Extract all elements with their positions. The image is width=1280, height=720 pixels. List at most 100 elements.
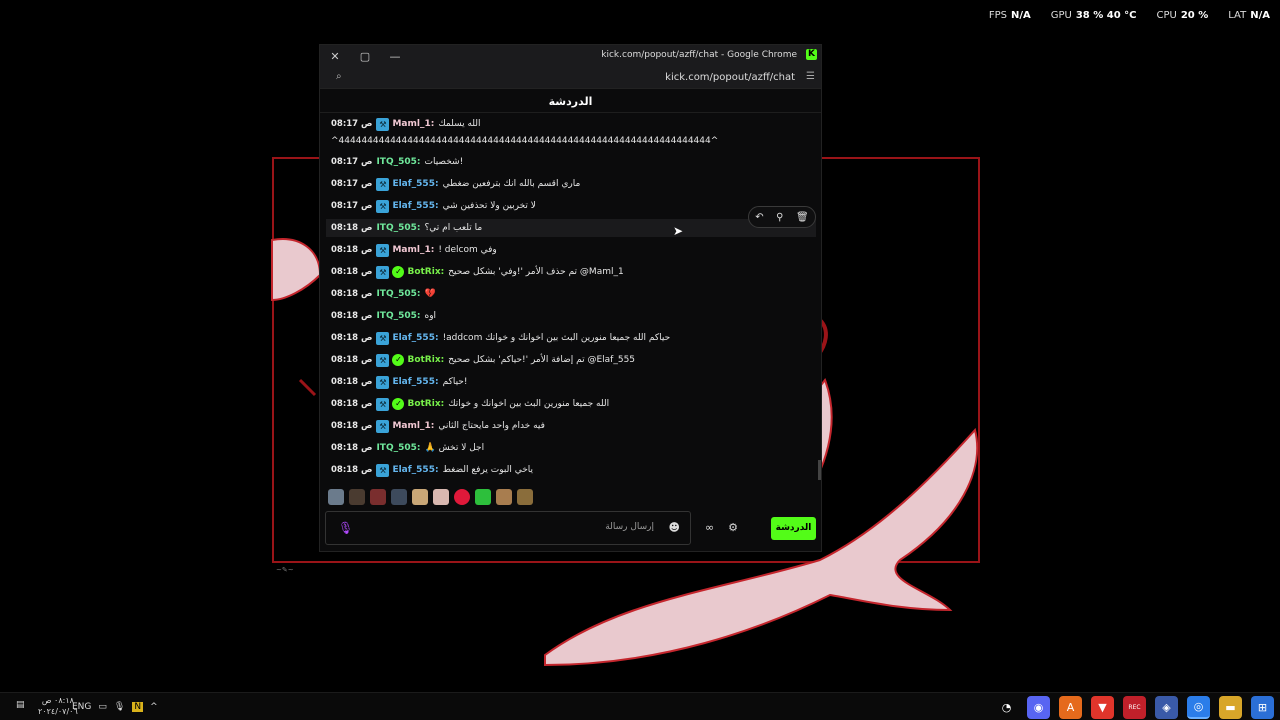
chat-message[interactable]: 08:18 ص ⚒ Maml_1: فيه خدام واحد مايحتاج الث…	[331, 417, 545, 435]
delete-icon[interactable]: 🗑	[796, 212, 809, 223]
recorder-app-icon[interactable]: REC	[1123, 696, 1146, 719]
message-username[interactable]: Elaf_555:	[392, 201, 438, 211]
chat-message[interactable]: 08:18 ص ⚒ Maml_1: ! delcom وفي	[331, 241, 497, 259]
chat-message[interactable]: 08:17 ص ⚒ Maml_1: الله يسلمك	[331, 115, 481, 133]
moderator-badge-icon: ⚒	[376, 243, 390, 257]
scrollbar[interactable]	[818, 460, 821, 480]
message-time: 08:18 ص	[331, 443, 373, 453]
windows-start-icon[interactable]: ⊞	[1251, 696, 1274, 719]
emote[interactable]	[454, 489, 470, 505]
emote[interactable]	[370, 489, 386, 505]
message-username[interactable]: Maml_1:	[392, 119, 434, 129]
message-text: الله يسلمك	[438, 119, 481, 129]
chat-message[interactable]: 08:17 ص ⚒ Elaf_555: ماري اقسم بالله انك بتر…	[331, 175, 580, 193]
emote[interactable]	[517, 489, 533, 505]
mic-icon[interactable]: 🎙	[114, 702, 125, 712]
message-text: !addcom حياكم الله جميعا منورين البث بين…	[442, 333, 671, 343]
message-text: ياخي البوت يرفع الضغط	[442, 465, 534, 475]
chat-message[interactable]: 08:18 ص ⚒ ✓ BotRix: تم إضافة الأمر '!حياكم' …	[331, 351, 635, 369]
message-username[interactable]: ITQ_505:	[376, 157, 420, 167]
message-time: 08:18 ص	[331, 333, 373, 343]
message-time: 08:18 ص	[331, 399, 373, 409]
mouse-cursor-icon: ➤	[673, 224, 684, 238]
app-tray-icon[interactable]: N	[132, 702, 144, 712]
chat-message[interactable]: 08:18 ص ⚒ ✓ BotRix: تم حذف الأمر '!وفي' بشكل…	[331, 263, 624, 281]
language-indicator[interactable]: ENG	[72, 702, 91, 712]
folder-icon[interactable]: ▬	[1219, 696, 1242, 719]
chat-message[interactable]: 08:18 ص ⚒ ✓ BotRix: الله جميعا منورين البث ب…	[331, 395, 609, 413]
infinity-icon[interactable]: ∞	[705, 521, 714, 534]
notifications-icon[interactable]: ▤	[16, 700, 25, 710]
title-bar: ✕ ▢ — kick.com/popout/azff/chat - Google…	[320, 45, 821, 67]
emote[interactable]	[475, 489, 491, 505]
chat-message[interactable]: 08:18 ص ⚒ Elaf_555: ياخي البوت يرفع الضغط	[331, 461, 533, 479]
message-username[interactable]: Elaf_555:	[392, 465, 438, 475]
settings-icon[interactable]: ⚙	[728, 521, 738, 534]
moderator-badge-icon: ⚒	[376, 463, 390, 477]
maximize-icon[interactable]: ▢	[350, 45, 380, 67]
message-time: 08:17 ص	[331, 179, 373, 189]
minimize-icon[interactable]: —	[380, 45, 410, 67]
message-username[interactable]: BotRix:	[407, 399, 444, 409]
message-username[interactable]: ITQ_505:	[376, 223, 420, 233]
discord-icon[interactable]: ◉	[1027, 696, 1050, 719]
message-text: 💔	[424, 289, 436, 299]
chat-message[interactable]: ^444444444444444444444444444444444444444…	[331, 132, 718, 150]
editor-app-icon[interactable]: A	[1059, 696, 1082, 719]
projector-icon[interactable]: ▭	[98, 702, 107, 712]
chat-message[interactable]: 08:17 ص ITQ_505: شخصيات!	[331, 153, 463, 171]
message-username[interactable]: Maml_1:	[392, 421, 434, 431]
chrome-icon[interactable]: ◎	[1187, 696, 1210, 719]
chat-message[interactable]: 08:18 ص ⚒ Elaf_555: !addcom حياكم الله جميع…	[331, 329, 670, 347]
message-time: 08:18 ص	[331, 355, 373, 365]
emote[interactable]	[391, 489, 407, 505]
message-time: 08:18 ص	[331, 465, 373, 475]
message-username[interactable]: Elaf_555:	[392, 179, 438, 189]
message-username[interactable]: ITQ_505:	[376, 443, 420, 453]
close-icon[interactable]: ✕	[320, 45, 350, 67]
emote[interactable]	[433, 489, 449, 505]
message-time: 08:18 ص	[331, 267, 373, 277]
microphone-icon[interactable]: 🎙	[338, 521, 353, 535]
chat-message[interactable]: 08:18 ص ITQ_505: اوه	[331, 307, 436, 325]
message-username[interactable]: ITQ_505:	[376, 289, 420, 299]
message-input[interactable]: 🎙 إرسال رسالة ☻	[325, 511, 691, 545]
perf-overlay: FPS N/A GPU 38 % 40 °C CPU 20 % LAT N/A	[989, 10, 1270, 21]
speedometer-icon[interactable]: ◔	[995, 696, 1018, 719]
message-text: فيه خدام واحد مايحتاج الثاني	[438, 421, 545, 431]
site-settings-icon[interactable]: ☰	[806, 71, 815, 82]
chat-message[interactable]: 08:18 ص ITQ_505: ما تلعب ام تي؟	[326, 219, 816, 237]
message-text: اوه	[424, 311, 437, 321]
chrome-popup-window: ✕ ▢ — kick.com/popout/azff/chat - Google…	[319, 44, 822, 552]
url-text[interactable]: kick.com/popout/azff/chat	[665, 72, 795, 83]
chat-send-button[interactable]: الدردشة	[771, 517, 816, 540]
zoom-icon[interactable]: ⌕	[336, 71, 342, 82]
message-username[interactable]: BotRix:	[407, 355, 444, 365]
chevron-up-icon[interactable]: ^	[150, 702, 158, 712]
lat-stat: LAT N/A	[1228, 10, 1270, 21]
shield-app-icon[interactable]: ◈	[1155, 696, 1178, 719]
chat-message[interactable]: 08:18 ص ITQ_505: 💔	[331, 285, 436, 303]
reply-icon[interactable]: ↶	[755, 212, 763, 223]
chat-message[interactable]: 08:17 ص ⚒ Elaf_555: لا تخربين ولا تحذفين شي	[331, 197, 536, 215]
chat-message[interactable]: 08:18 ص ⚒ Elaf_555: حياكم!	[331, 373, 467, 391]
message-username[interactable]: BotRix:	[407, 267, 444, 277]
chat-message[interactable]: 08:18 ص ITQ_505: 🙏 اجل لا تخش	[331, 439, 484, 457]
message-username[interactable]: ITQ_505:	[376, 311, 420, 321]
emote[interactable]	[349, 489, 365, 505]
message-time: 08:18 ص	[331, 245, 373, 255]
emoji-icon[interactable]: ☻	[669, 521, 680, 534]
taskbar: ▤ ٠٨:١٨ ص ٢٠٢٤/٠٧/٠٦ ENG ▭ 🎙 N ^ ◔ ◉ A ▼…	[0, 692, 1280, 720]
message-username[interactable]: Elaf_555:	[392, 333, 438, 343]
emote[interactable]	[412, 489, 428, 505]
message-username[interactable]: Maml_1:	[392, 245, 434, 255]
emote[interactable]	[496, 489, 512, 505]
brave-icon[interactable]: ▼	[1091, 696, 1114, 719]
signature: ~✎~	[276, 566, 294, 574]
message-text: شخصيات!	[424, 157, 464, 167]
message-time: 08:17 ص	[331, 119, 373, 129]
message-text: ! delcom وفي	[438, 245, 497, 255]
message-username[interactable]: Elaf_555:	[392, 377, 438, 387]
pin-icon[interactable]: ⚲	[776, 212, 783, 223]
emote[interactable]	[328, 489, 344, 505]
